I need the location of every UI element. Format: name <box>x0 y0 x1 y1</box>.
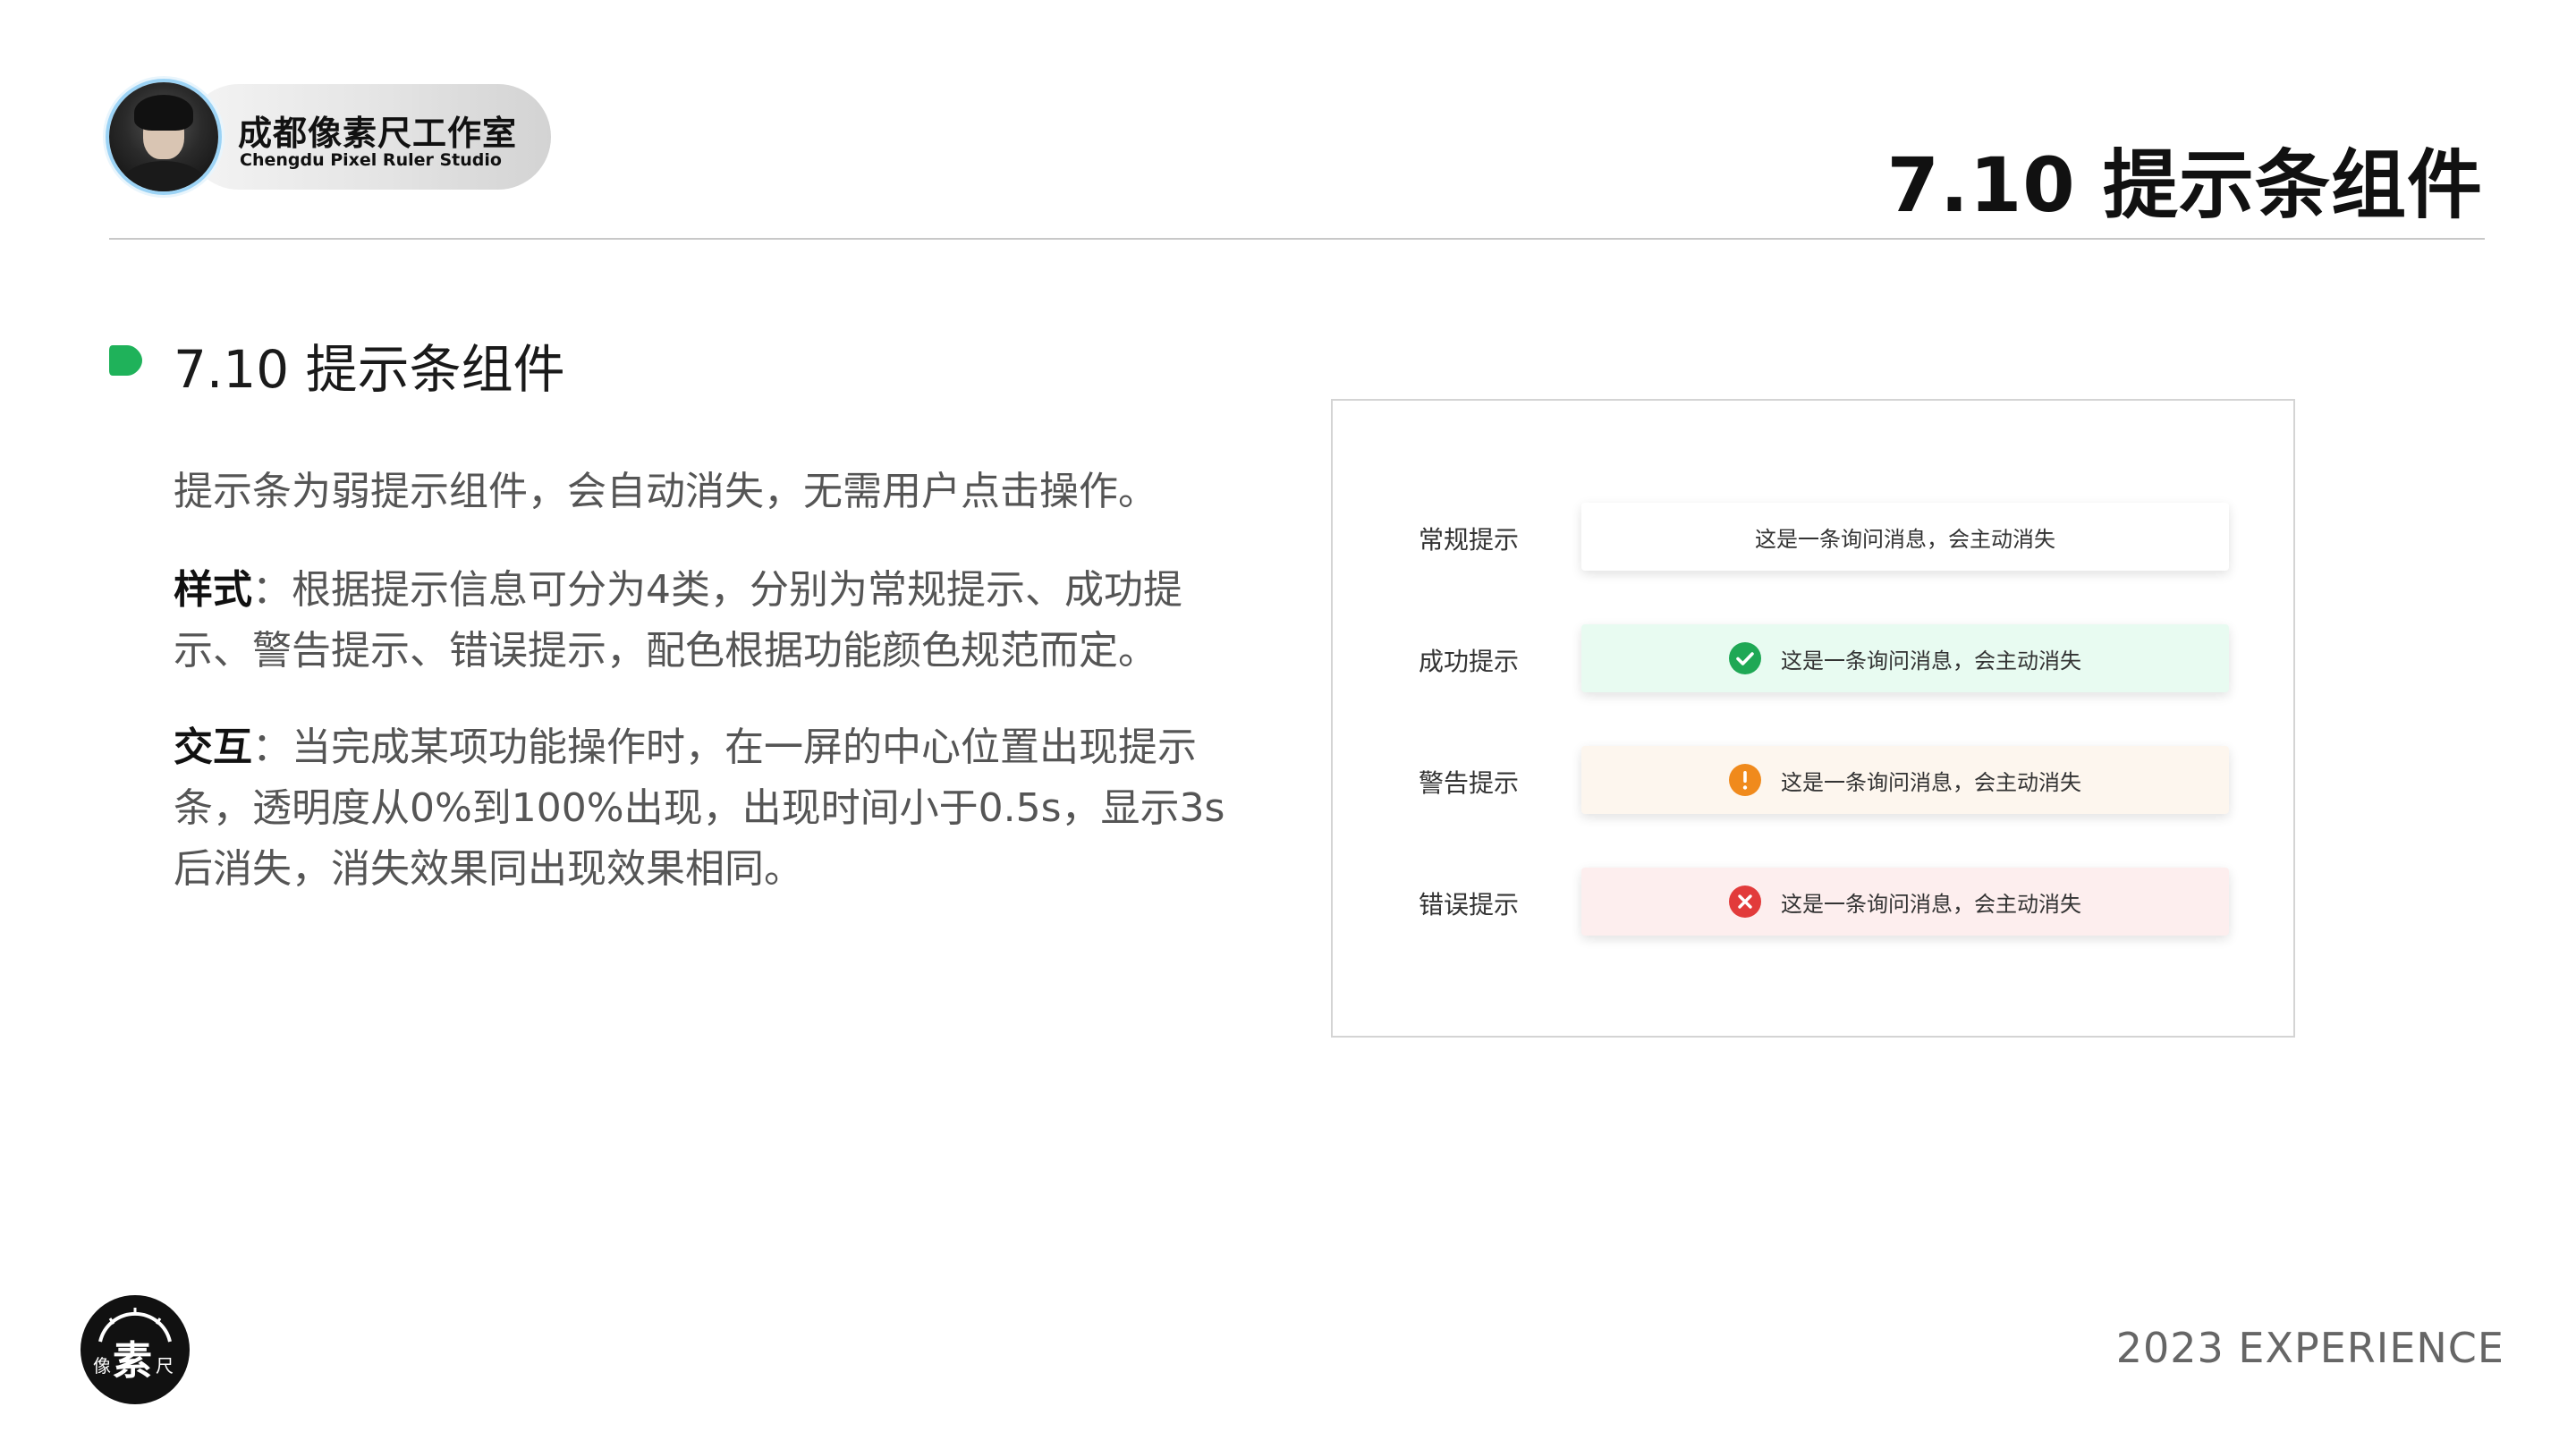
section-marker-icon <box>109 345 142 376</box>
toast-success: 这是一条询问消息，会主动消失 <box>1581 624 2229 692</box>
section-title: 7.10 提示条组件 <box>174 339 565 400</box>
toast-demo-panel: 常规提示 这是一条询问消息，会主动消失 成功提示 这是一条询问消息，会主动消失 … <box>1331 399 2295 1038</box>
style-separator: ： <box>252 567 292 613</box>
toast-message: 这是一条询问消息，会主动消失 <box>1781 648 2081 674</box>
interaction-text: 当完成某项功能操作时，在一屏的中心位置出现提示条，透明度从0%到100%出现，出… <box>174 724 1225 892</box>
intro-text: 提示条为弱提示组件，会自动消失，无需用户点击操作。 <box>174 469 1157 514</box>
interaction-separator: ： <box>252 724 292 770</box>
row-label-normal: 常规提示 <box>1419 525 1520 555</box>
brand-name: 成都像素尺工作室 <box>238 114 518 153</box>
row-label-success: 成功提示 <box>1419 647 1520 676</box>
interaction-label: 交互 <box>174 724 252 770</box>
style-paragraph: 样式：根据提示信息可分为4类，分别为常规提示、成功提示、警告提示、错误提示，配色… <box>174 560 1243 682</box>
studio-logo-icon: 像 素 尺 <box>80 1295 190 1404</box>
interaction-paragraph: 交互：当完成某项功能操作时，在一屏的中心位置出现提示条，透明度从0%到100%出… <box>174 717 1243 900</box>
row-label-warning: 警告提示 <box>1419 768 1520 798</box>
footer-year-text: 2023 EXPERIENCE <box>2115 1324 2504 1372</box>
logo-char-left: 像 <box>93 1355 111 1377</box>
avatar <box>109 82 218 191</box>
logo-char-right: 尺 <box>156 1355 174 1377</box>
exclamation-circle-icon <box>1729 764 1761 796</box>
avatar-hair <box>134 95 193 131</box>
toast-normal: 这是一条询问消息，会主动消失 <box>1581 503 2229 571</box>
toast-error: 这是一条询问消息，会主动消失 <box>1581 868 2229 936</box>
studio-brand: 成都像素尺工作室 Chengdu Pixel Ruler Studio <box>109 82 551 191</box>
check-circle-icon <box>1729 642 1761 674</box>
toast-message: 这是一条询问消息，会主动消失 <box>1781 769 2081 795</box>
toast-message: 这是一条询问消息，会主动消失 <box>1781 891 2081 917</box>
close-circle-icon <box>1729 886 1761 918</box>
style-text: 根据提示信息可分为4类，分别为常规提示、成功提示、警告提示、错误提示，配色根据功… <box>174 567 1182 674</box>
toast-message: 这是一条询问消息，会主动消失 <box>1755 526 2055 552</box>
intro-paragraph: 提示条为弱提示组件，会自动消失，无需用户点击操作。 <box>174 462 1243 522</box>
page-title: 7.10 提示条组件 <box>1886 141 2483 229</box>
logo-char-mid: 素 <box>113 1338 152 1384</box>
toast-warning: 这是一条询问消息，会主动消失 <box>1581 746 2229 814</box>
avatar-body <box>122 161 206 191</box>
row-label-error: 错误提示 <box>1419 890 1520 919</box>
brand-subtitle: Chengdu Pixel Ruler Studio <box>240 150 502 170</box>
style-label: 样式 <box>174 567 252 613</box>
header-divider <box>109 238 2485 240</box>
